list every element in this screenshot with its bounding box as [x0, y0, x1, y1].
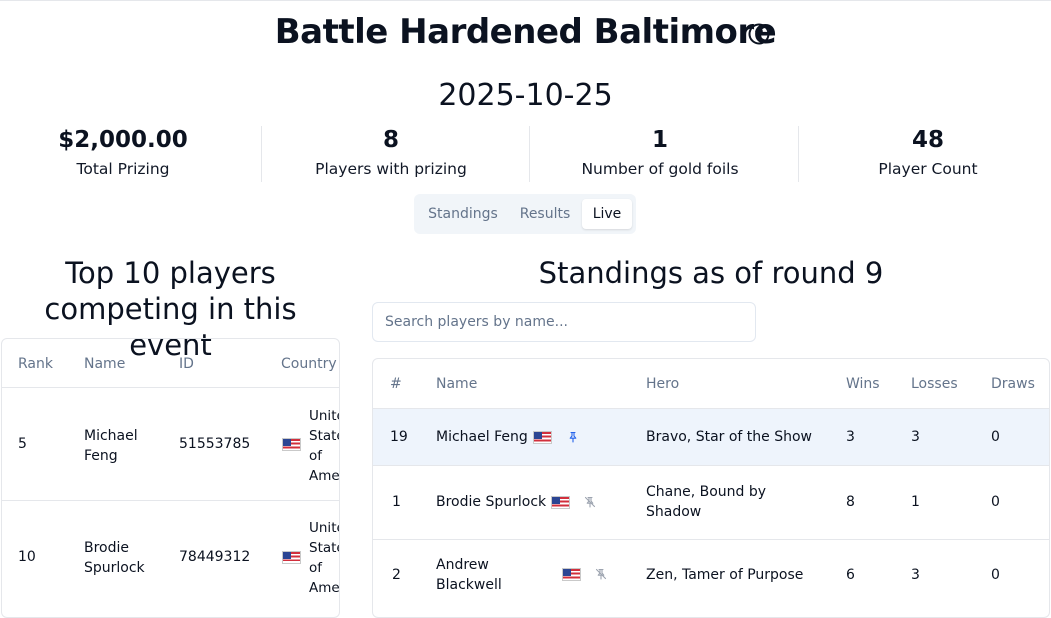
us-flag-icon [533, 431, 552, 444]
country-line: Ame [309, 468, 340, 484]
player-name-line: Andrew [436, 557, 489, 573]
country-line: of [309, 448, 323, 464]
standings-table: # Name Hero Wins Losses Draws 19 Michael… [372, 358, 1050, 618]
top-border [0, 0, 1051, 1]
player-id: 51553785 [179, 436, 251, 452]
view-tabs: Standings Results Live [414, 194, 636, 234]
row-divider [2, 500, 339, 501]
column-header-name[interactable]: Name [84, 356, 125, 372]
stat-value: $2,000.00 [58, 127, 188, 153]
losses: 1 [911, 494, 920, 510]
pin-off-icon[interactable] [595, 568, 607, 580]
draws: 0 [991, 429, 1000, 445]
player-name-line: Feng [84, 448, 118, 464]
us-flag-icon [562, 568, 581, 581]
top-players-title-line1: Top 10 players [65, 256, 276, 290]
us-flag-icon [551, 496, 570, 509]
player-name-line: Spurlock [84, 560, 145, 576]
draws: 0 [991, 567, 1000, 583]
hero-name-line: Shadow [646, 504, 702, 520]
column-header-id[interactable]: ID [179, 356, 194, 372]
column-header-country[interactable]: Country [281, 356, 337, 372]
column-header-name[interactable]: Name [436, 374, 477, 394]
pin-icon[interactable] [567, 431, 579, 443]
pin-off-icon[interactable] [584, 496, 596, 508]
header-divider [2, 387, 339, 388]
hero-name: Zen, Tamer of Purpose [646, 567, 804, 583]
player-name[interactable]: Andrew Blackwell [436, 555, 502, 595]
stat-label: Number of gold foils [581, 160, 739, 178]
wins: 3 [846, 429, 855, 445]
hero-name: Chane, Bound by Shadow [646, 482, 766, 522]
stat-players-with-prizing: 8 Players with prizing [261, 124, 521, 182]
stat-label: Players with prizing [315, 160, 467, 178]
country-line: Unite [309, 408, 339, 424]
player-name[interactable]: Michael Feng [436, 427, 528, 447]
column-header-wins[interactable]: Wins [846, 374, 880, 394]
standing-rank: 1 [392, 494, 401, 510]
country-line: Unite [309, 520, 339, 536]
event-title: Battle Hardened Baltimore [0, 12, 1051, 52]
column-header-losses[interactable]: Losses [911, 374, 958, 394]
search-input[interactable] [372, 302, 756, 342]
stat-label: Total Prizing [76, 160, 170, 178]
draws: 0 [991, 494, 1000, 510]
stat-total-prizing: $2,000.00 Total Prizing [0, 124, 253, 182]
player-country: Unite State of Ame [309, 406, 340, 486]
column-header-hero[interactable]: Hero [646, 374, 679, 394]
tab-live[interactable]: Live [582, 199, 632, 229]
country-line: Ame [309, 580, 340, 596]
player-name[interactable]: Brodie Spurlock [84, 538, 145, 578]
player-rank: 5 [18, 436, 27, 452]
stat-gold-foils: 1 Number of gold foils [530, 124, 790, 182]
losses: 3 [911, 567, 920, 583]
stats-bar: $2,000.00 Total Prizing 8 Players with p… [0, 124, 1051, 184]
column-header-draws[interactable]: Draws [991, 374, 1035, 394]
player-name[interactable]: Michael Feng [84, 426, 138, 466]
standing-rank: 2 [392, 567, 401, 583]
stat-value: 48 [911, 127, 944, 153]
table-row[interactable]: 1 Brodie Spurlock Chane, Bound by Shadow… [373, 466, 1049, 539]
country-line: State [309, 540, 339, 556]
column-header-rank[interactable]: # [390, 374, 402, 394]
tab-results[interactable]: Results [508, 199, 582, 229]
standings-title: Standings as of round 9 [538, 256, 884, 290]
stat-label: Player Count [878, 160, 978, 178]
event-title-text: Battle Hardened Baltimore [274, 12, 777, 52]
player-rank: 10 [18, 549, 36, 565]
tab-standings[interactable]: Standings [422, 199, 504, 229]
standing-rank: 19 [390, 429, 408, 445]
player-country: Unite State of Ame [309, 518, 340, 598]
hero-name-line: Chane, Bound by [646, 484, 767, 500]
wins: 8 [846, 494, 855, 510]
stat-player-count: 48 Player Count [798, 124, 1051, 182]
table-row[interactable]: 2 Andrew Blackwell Zen, Tamer of Purpose… [373, 540, 1049, 613]
player-name-line: Brodie [84, 540, 130, 556]
wins: 6 [846, 567, 855, 583]
player-name-line: Michael [84, 428, 138, 444]
top-players-table: Rank Name ID Country 5 Michael Feng 5155… [1, 338, 340, 618]
player-name[interactable]: Brodie Spurlock [436, 492, 546, 512]
country-line: of [309, 560, 323, 576]
column-header-rank[interactable]: Rank [18, 356, 53, 372]
stat-value: 1 [651, 127, 668, 153]
losses: 3 [911, 429, 920, 445]
us-flag-icon [282, 438, 301, 451]
player-name-line: Blackwell [436, 577, 502, 593]
table-row[interactable]: 19 Michael Feng Bravo, Star of the Show … [373, 409, 1049, 465]
hero-name: Bravo, Star of the Show [646, 429, 812, 445]
country-line: State [309, 428, 339, 444]
us-flag-icon [282, 551, 301, 564]
event-date: 2025-10-25 [438, 78, 613, 113]
help-icon[interactable] [748, 23, 770, 45]
stat-value: 8 [382, 127, 399, 153]
player-id: 78449312 [179, 549, 251, 565]
